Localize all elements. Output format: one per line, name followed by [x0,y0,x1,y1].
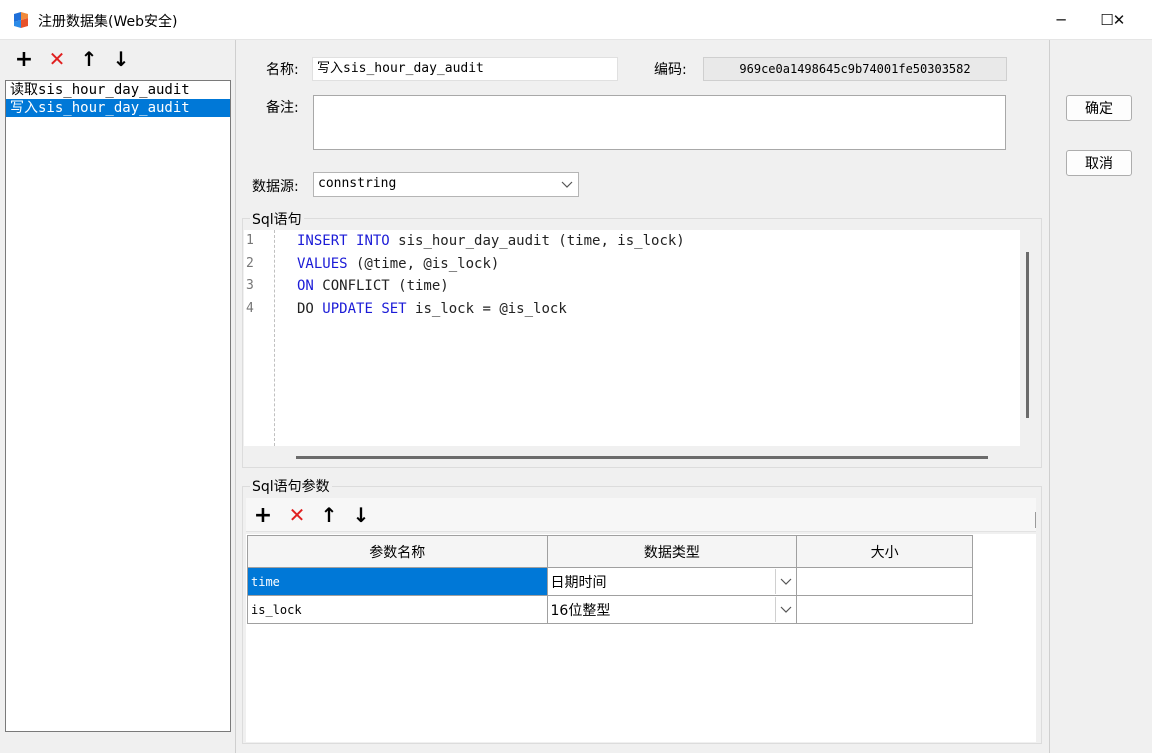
dataset-list[interactable]: 读取sis_hour_day_audit 写入sis_hour_day_audi… [5,80,231,732]
arrow-up-icon: ↑ [80,47,98,71]
param-type-value: 16位整型 [550,602,611,619]
sql-text: is_lock = @is_lock [406,300,567,317]
sql-keyword: INSERT [297,233,348,249]
sql-keyword: SET [381,300,407,317]
params-header-row: 参数名称 数据类型 大小 [247,535,973,568]
table-row[interactable]: is_lock 16位整型 [247,595,973,624]
param-type-cell[interactable]: 16位整型 [546,595,798,624]
datasource-value: connstring [318,176,397,191]
datasource-label: 数据源: [252,179,299,195]
arrow-down-icon: ↓ [352,503,370,527]
move-up-param-button[interactable]: ↑ [316,502,342,528]
plus-icon: + [14,46,34,72]
param-type-cell[interactable]: 日期时间 [546,567,798,596]
name-label: 名称: [266,62,299,78]
sql-code-line: ON CONFLICT (time) [297,275,685,298]
remark-textarea[interactable] [313,95,1006,150]
minimize-icon: ─ [1056,11,1066,29]
sql-code-line: VALUES (@time, @is_lock) [297,253,685,276]
sql-text: CONFLICT (time) [313,278,449,294]
sql-keyword: VALUES [297,255,348,272]
toolbar-separator [1035,512,1036,528]
chevron-down-icon[interactable] [775,597,796,622]
title-bar: 注册数据集(Web安全) ─ ☐ ✕ [0,0,1152,40]
line-number-gutter: 1 2 3 4 [244,230,275,446]
sql-group-title: Sql语句 [250,209,304,229]
move-down-dataset-button[interactable]: ↓ [108,46,134,72]
minimize-button[interactable]: ─ [1038,0,1084,40]
close-icon: ✕ [1112,11,1126,29]
sql-keyword: UPDATE [322,300,373,317]
cancel-button[interactable]: 取消 [1066,150,1132,176]
sql-text: DO [297,300,323,317]
move-down-param-button[interactable]: ↓ [348,502,374,528]
app-logo-icon [12,11,30,29]
chevron-down-icon [561,173,573,203]
datasource-select[interactable]: connstring [313,172,579,197]
close-button[interactable]: ✕ [1096,0,1142,40]
button-column-divider [1049,40,1050,753]
sql-code-line: INSERT INTO sis_hour_day_audit (time, is… [297,230,685,253]
line-number: 2 [246,255,254,271]
arrow-up-icon: ↑ [320,503,338,527]
sql-code: INSERT INTO sis_hour_day_audit (time, is… [297,230,685,320]
add-param-button[interactable]: + [250,502,276,528]
column-header-data-type[interactable]: 数据类型 [546,535,798,568]
delete-param-button[interactable]: ✕ [284,502,310,528]
code-label: 编码: [654,62,687,78]
ok-button[interactable]: 确定 [1066,95,1132,121]
sql-editor[interactable]: 1 2 3 4 INSERT INTO sis_hour_day_audit (tim… [244,230,1020,446]
name-input[interactable]: 写入sis_hour_day_audit [312,57,618,81]
sql-keyword: ON [297,278,314,294]
column-header-param-name[interactable]: 参数名称 [247,535,548,568]
delete-dataset-button[interactable]: ✕ [44,46,70,72]
vertical-scrollbar[interactable] [1026,252,1029,418]
remark-label: 备注: [266,100,299,116]
sql-text: (@time, @is_lock) [347,255,500,272]
param-name-cell[interactable]: time [247,567,548,596]
line-number: 3 [246,278,254,293]
dataset-list-item[interactable]: 读取sis_hour_day_audit [6,81,230,99]
param-size-cell[interactable] [796,595,973,624]
chevron-down-icon[interactable] [775,569,796,594]
params-table: 参数名称 数据类型 大小 time 日期时间 is_lock 16位整型 [247,535,973,624]
sql-code-line: DO UPDATE SET is_lock = @is_lock [297,298,685,321]
table-row[interactable]: time 日期时间 [247,567,973,596]
arrow-down-icon: ↓ [112,47,130,71]
add-dataset-button[interactable]: + [11,46,37,72]
params-group-title: Sql语句参数 [250,476,332,496]
sql-text: sis_hour_day_audit (time, is_lock) [389,233,685,249]
column-header-size[interactable]: 大小 [796,535,973,568]
line-number: 4 [246,300,254,316]
horizontal-scrollbar[interactable] [296,456,988,459]
window-title: 注册数据集(Web安全) [38,14,178,30]
param-size-cell[interactable] [796,567,973,596]
param-type-value: 日期时间 [550,574,607,591]
sql-keyword: INTO [356,233,390,249]
delete-icon: ✕ [288,503,306,527]
plus-icon: + [253,502,273,528]
line-number: 1 [246,233,254,248]
delete-icon: ✕ [48,47,66,71]
move-up-dataset-button[interactable]: ↑ [76,46,102,72]
code-field: 969ce0a1498645c9b74001fe50303582 [703,57,1007,81]
dataset-list-item-selected[interactable]: 写入sis_hour_day_audit [6,99,230,117]
param-name-cell[interactable]: is_lock [247,595,548,624]
